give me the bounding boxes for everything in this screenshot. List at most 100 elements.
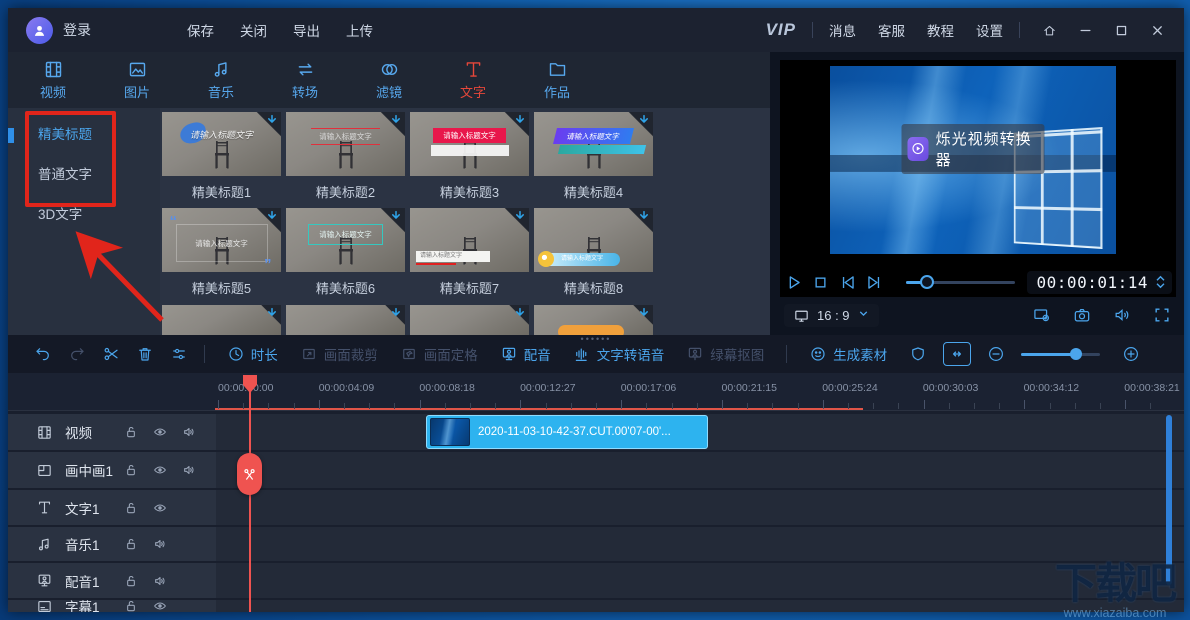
menu-messages[interactable]: 消息 <box>829 20 856 40</box>
download-icon[interactable] <box>637 209 651 223</box>
duration-button[interactable]: 时长 <box>227 344 278 364</box>
download-icon[interactable] <box>265 306 279 320</box>
seek-slider[interactable] <box>906 274 1015 289</box>
track-speaker-toggle[interactable] <box>181 424 197 440</box>
zoom-in-button[interactable] <box>1122 345 1140 363</box>
track-lane-pip[interactable] <box>216 452 1184 488</box>
track-eye-toggle[interactable] <box>152 598 168 612</box>
download-icon[interactable] <box>265 113 279 127</box>
freeze-button[interactable]: 画面定格 <box>400 344 478 364</box>
fit-timeline-button[interactable] <box>943 342 972 366</box>
stop-button[interactable] <box>811 271 830 293</box>
volume-icon[interactable] <box>1112 305 1132 325</box>
download-icon[interactable] <box>389 113 403 127</box>
seek-knob[interactable] <box>920 274 934 289</box>
template-item[interactable]: 请输入标题文字 精美标题2 <box>286 112 405 201</box>
zoom-knob[interactable] <box>1070 347 1083 360</box>
vip-badge[interactable]: VIP <box>766 20 796 40</box>
redo-button[interactable] <box>68 345 86 363</box>
timeline-ruler[interactable]: 00:00:00:0000:00:04:0900:00:08:1800:00:1… <box>8 373 1184 411</box>
track-eye-toggle[interactable] <box>152 462 168 478</box>
cut-button[interactable] <box>102 345 120 363</box>
panel-resize-handle[interactable]: •••••• <box>581 335 612 344</box>
template-item[interactable]: 请输入标题文字 精美标题8 <box>534 208 653 297</box>
tab-music[interactable]: 音乐 <box>198 59 244 101</box>
home-button[interactable] <box>1036 17 1062 43</box>
aspect-ratio-dropdown[interactable]: 16 : 9 <box>784 303 879 327</box>
track-lock-toggle[interactable] <box>123 424 139 440</box>
adjust-button[interactable] <box>170 345 188 363</box>
download-icon[interactable] <box>265 209 279 223</box>
template-item[interactable]: 请输入标题文字 精美标题3 <box>410 112 529 201</box>
tab-image[interactable]: 图片 <box>114 59 160 101</box>
crop-button[interactable]: 画面裁剪 <box>300 344 378 364</box>
track-eye-toggle[interactable] <box>152 500 168 516</box>
track-lane-text[interactable] <box>216 490 1184 525</box>
menu-support[interactable]: 客服 <box>878 20 905 40</box>
timeline-zoom-slider[interactable] <box>1021 347 1101 360</box>
tab-video[interactable]: 视频 <box>30 59 76 101</box>
protect-button[interactable] <box>909 345 927 363</box>
timeline-scrollbar[interactable] <box>1166 415 1172 585</box>
template-item[interactable]: 请输入标题文字 精美标题7 <box>410 208 529 297</box>
template-item[interactable]: 请输入标题文字 精美标题4 <box>534 112 653 201</box>
tab-transition[interactable]: 转场 <box>282 59 328 101</box>
sidebar-item-plain-text[interactable]: 普通文字 <box>8 160 160 189</box>
undo-button[interactable] <box>34 345 52 363</box>
next-frame-button[interactable] <box>865 271 884 293</box>
sidebar-item-3d-text[interactable]: 3D文字 <box>8 200 160 229</box>
menu-settings[interactable]: 设置 <box>976 20 1003 40</box>
menu-tutorial[interactable]: 教程 <box>927 20 954 40</box>
tab-works[interactable]: 作品 <box>534 59 580 101</box>
template-item[interactable]: 请输入标题文字 精美标题1 <box>162 112 281 201</box>
snapshot-camera-icon[interactable] <box>1072 305 1092 325</box>
track-lock-toggle[interactable] <box>123 536 139 552</box>
delete-button[interactable] <box>136 345 154 363</box>
track-lane-voice[interactable] <box>216 563 1184 598</box>
download-icon[interactable] <box>637 113 651 127</box>
menu-save[interactable]: 保存 <box>187 20 214 40</box>
track-lane-music[interactable] <box>216 527 1184 561</box>
template-item[interactable] <box>534 305 653 335</box>
track-lock-toggle[interactable] <box>123 462 139 478</box>
zoom-out-button[interactable] <box>987 345 1005 363</box>
previous-frame-button[interactable] <box>838 271 857 293</box>
user-avatar[interactable] <box>26 16 53 44</box>
track-lane-subtitle[interactable] <box>216 600 1184 612</box>
menu-close[interactable]: 关闭 <box>240 20 267 40</box>
download-icon[interactable] <box>637 306 651 320</box>
track-lock-toggle[interactable] <box>123 500 139 516</box>
split-clip-button[interactable] <box>237 453 262 495</box>
template-item[interactable]: 请输入标题文字 精美标题6 <box>286 208 405 297</box>
tab-filter[interactable]: 滤镜 <box>366 59 412 101</box>
track-speaker-toggle[interactable] <box>181 462 197 478</box>
sidebar-item-beautiful-title[interactable]: 精美标题 <box>8 120 160 149</box>
track-speaker-toggle[interactable] <box>152 573 168 589</box>
track-speaker-toggle[interactable] <box>152 536 168 552</box>
track-lock-toggle[interactable] <box>123 573 139 589</box>
dub-button[interactable]: 配音 <box>500 344 551 364</box>
menu-upload[interactable]: 上传 <box>346 20 373 40</box>
play-button[interactable] <box>784 271 803 293</box>
template-item[interactable] <box>162 305 281 335</box>
timecode-display[interactable]: 00:00:01:14 <box>1026 270 1172 294</box>
video-clip[interactable]: 2020-11-03-10-42-37.CUT.00'07-00'... <box>426 415 708 449</box>
template-item[interactable]: “请输入标题文字” 精美标题5 <box>162 208 281 297</box>
generate-button[interactable]: 生成素材 <box>809 344 887 364</box>
close-button[interactable] <box>1144 17 1170 43</box>
download-icon[interactable] <box>513 209 527 223</box>
track-lock-toggle[interactable] <box>123 598 139 612</box>
login-button[interactable]: 登录 <box>63 20 91 40</box>
download-icon[interactable] <box>513 113 527 127</box>
download-icon[interactable] <box>389 306 403 320</box>
menu-export[interactable]: 导出 <box>293 20 320 40</box>
download-icon[interactable] <box>389 209 403 223</box>
template-item[interactable] <box>410 305 529 335</box>
template-item[interactable] <box>286 305 405 335</box>
fullscreen-icon[interactable] <box>1152 305 1172 325</box>
tab-text[interactable]: 文字 <box>450 59 496 101</box>
screen-settings-icon[interactable] <box>1032 305 1052 325</box>
download-icon[interactable] <box>513 306 527 320</box>
tts-button[interactable]: 文字转语音 <box>573 344 664 364</box>
maximize-button[interactable] <box>1108 17 1134 43</box>
